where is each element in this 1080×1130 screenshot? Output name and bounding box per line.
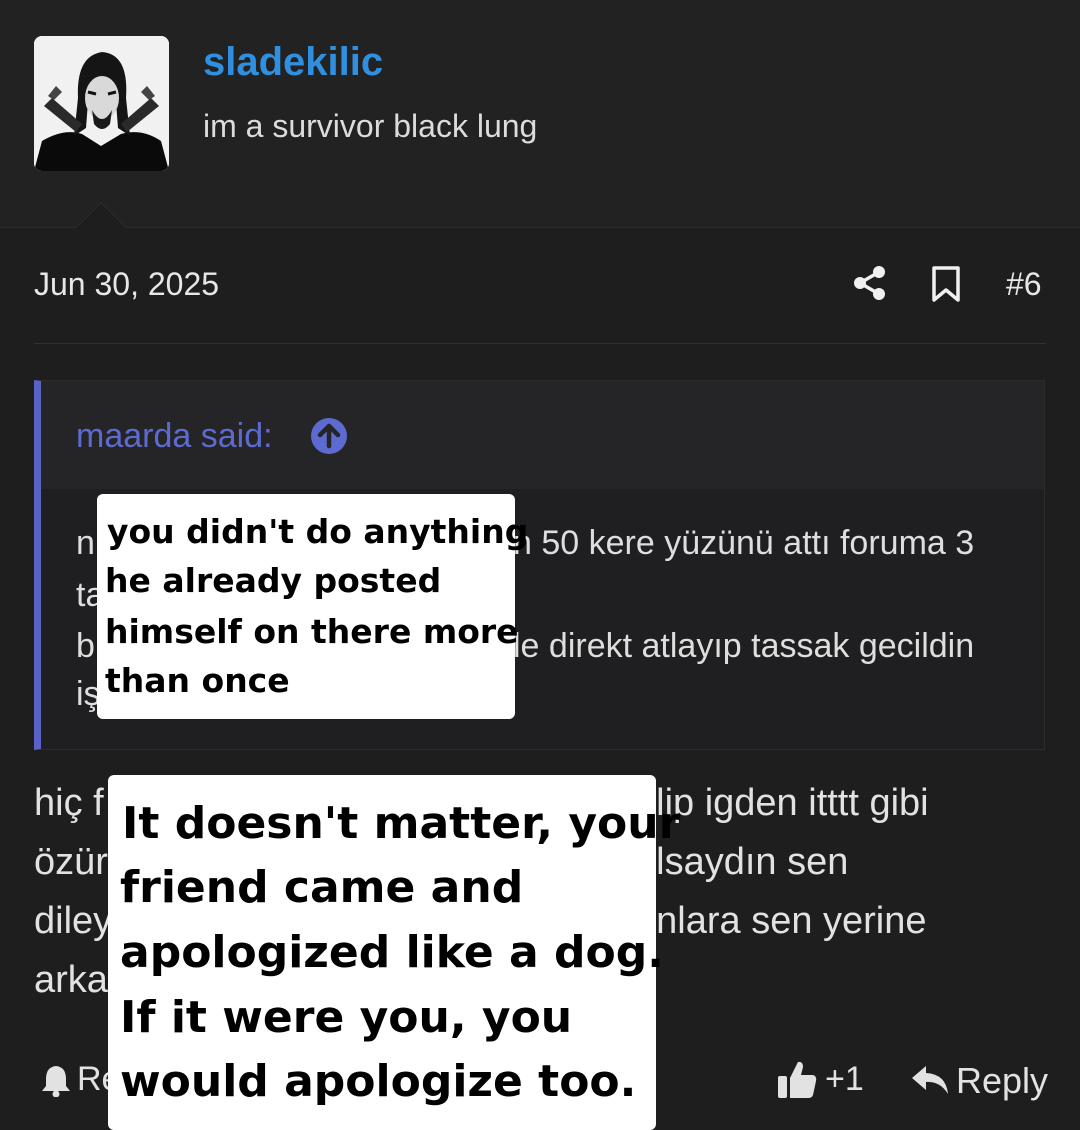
caption-line: friend came and (120, 862, 524, 913)
caption-line: you didn't do anything (107, 512, 529, 551)
header-pointer (70, 198, 130, 228)
quote-text-fragment: le direkt atlayıp tassak gecildin (513, 627, 975, 665)
caption-line: It doesn't matter, your (122, 798, 681, 849)
reply-button[interactable]: Reply (956, 1060, 1048, 1102)
user-title: im a survivor black lung (203, 108, 538, 144)
caption-line: himself on there more (105, 612, 519, 651)
bookmark-icon[interactable] (930, 266, 962, 302)
message-text-fragment: diley (34, 900, 113, 942)
avatar[interactable] (34, 36, 169, 171)
message-text-fragment: arka (34, 959, 108, 1001)
arrow-up-circle-icon[interactable] (309, 416, 349, 456)
bell-icon[interactable] (40, 1063, 72, 1097)
message-text-fragment: hiç f (34, 782, 104, 824)
caption-line: he already posted (105, 561, 442, 600)
share-icon[interactable] (852, 265, 888, 301)
caption-overlay-bottom: It doesn't matter, your friend came and … (108, 775, 680, 1130)
user-header: sladekilic im a survivor black lung (0, 0, 1080, 228)
quote-text-fragment: n 50 kere yüzünü attı foruma 3 (513, 524, 975, 562)
quote-text-fragment: n (76, 524, 95, 562)
message-text-fragment: unlara sen yerine (635, 900, 927, 942)
avatar-image (34, 36, 169, 171)
post-date[interactable]: Jun 30, 2025 (34, 266, 219, 303)
message-text-fragment: özür (34, 841, 108, 883)
divider (34, 343, 1046, 344)
caption-line: If it were you, you (120, 992, 573, 1043)
quote-text-fragment: b (76, 627, 95, 665)
quote-header: maarda said: (41, 381, 1044, 489)
caption-line: would apologize too. (120, 1056, 637, 1107)
caption-line: than once (105, 661, 290, 700)
username[interactable]: sladekilic (203, 40, 383, 85)
reply-icon[interactable] (910, 1062, 950, 1098)
thumbs-up-icon[interactable] (776, 1058, 818, 1100)
post-number[interactable]: #6 (1006, 266, 1042, 303)
like-count[interactable]: +1 (825, 1060, 864, 1099)
caption-line: apologized like a dog. (120, 927, 664, 978)
caption-overlay-top: you didn't do anything he already posted… (97, 494, 528, 719)
quote-attribution[interactable]: maarda said: (76, 417, 273, 456)
